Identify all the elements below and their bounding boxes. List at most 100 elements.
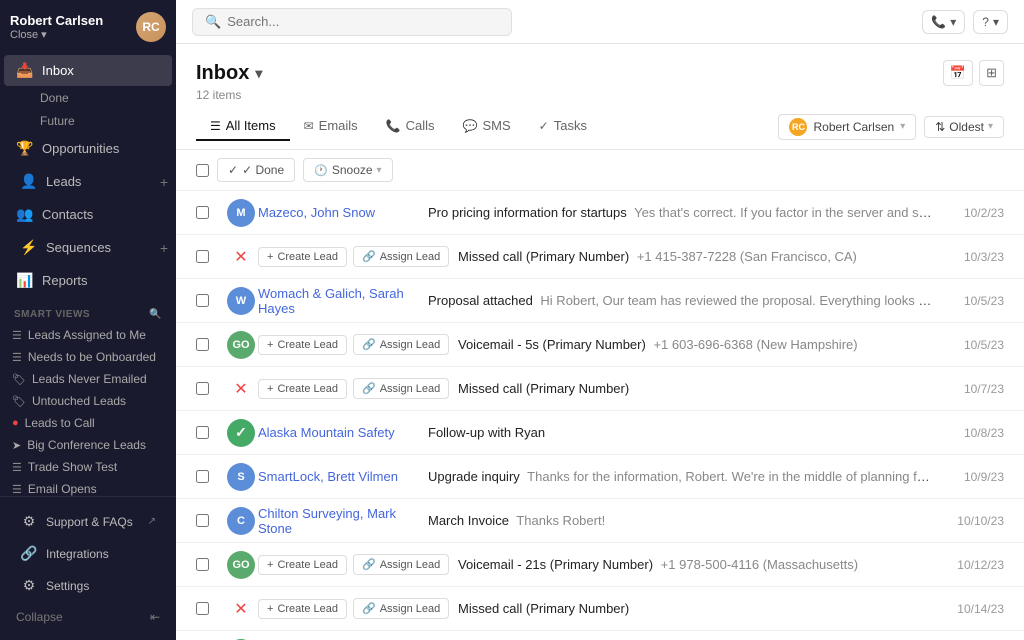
user-filter-dropdown-icon: ▾ bbox=[900, 121, 905, 132]
row-checkbox[interactable] bbox=[196, 558, 209, 571]
smart-view-trade-show[interactable]: ☰ Trade Show Test bbox=[0, 456, 176, 478]
sequences-add-button[interactable]: + bbox=[156, 236, 172, 260]
phone-icon: 📞 bbox=[931, 15, 946, 29]
smart-view-leads-to-call[interactable]: ● Leads to Call bbox=[0, 412, 176, 434]
grid-view-button[interactable]: ⊞ bbox=[979, 60, 1004, 86]
row-content: Follow-up with Ryan bbox=[428, 425, 934, 440]
smart-view-needs-onboarded[interactable]: ☰ Needs to be Onboarded bbox=[0, 346, 176, 368]
row-checkbox[interactable] bbox=[196, 470, 209, 483]
tab-emails[interactable]: ✉ Emails bbox=[290, 112, 372, 141]
sidebar-item-done[interactable]: Done bbox=[32, 87, 172, 109]
row-content: Voicemail - 5s (Primary Number) +1 603-6… bbox=[458, 337, 934, 352]
search-input[interactable] bbox=[227, 14, 499, 29]
row-subject: Proposal attached bbox=[428, 293, 533, 308]
row-sender[interactable]: SmartLock, Brett Vilmen bbox=[258, 469, 428, 484]
calendar-view-button[interactable]: 📅 bbox=[943, 60, 973, 86]
create-lead-button[interactable]: + Create Lead bbox=[258, 247, 347, 267]
table-row[interactable]: ✓ Waystar Send proposal docs 10/15/23 bbox=[176, 631, 1024, 640]
collapse-button[interactable]: Collapse ⇤ bbox=[4, 602, 172, 632]
row-checkbox[interactable] bbox=[196, 250, 209, 263]
row-checkbox[interactable] bbox=[196, 338, 209, 351]
row-avatar: GO bbox=[224, 551, 258, 579]
row-sender[interactable]: Chilton Surveying, Mark Stone bbox=[258, 506, 428, 536]
close-button[interactable]: Close ▾ bbox=[10, 28, 103, 41]
row-actions: + Create Lead 🔗 Assign Lead bbox=[258, 246, 458, 267]
table-row[interactable]: S SmartLock, Brett Vilmen Upgrade inquir… bbox=[176, 455, 1024, 499]
assign-lead-button[interactable]: 🔗 Assign Lead bbox=[353, 378, 449, 399]
table-row[interactable]: ✕ + Create Lead 🔗 Assign Lead Missed cal… bbox=[176, 235, 1024, 279]
main: 🔍 📞 ▾ ? ▾ Inbox ▾ 📅 bbox=[176, 0, 1024, 640]
row-subject: Pro pricing information for startups bbox=[428, 205, 627, 220]
external-link-icon: ↗ bbox=[148, 516, 156, 527]
smart-view-leads-assigned[interactable]: ☰ Leads Assigned to Me bbox=[0, 324, 176, 346]
smart-view-never-emailed[interactable]: 🏷 Leads Never Emailed bbox=[0, 368, 176, 390]
integrations-icon: 🔗 bbox=[20, 545, 38, 562]
smart-views-search-icon[interactable]: 🔍 bbox=[149, 309, 162, 320]
sidebar-item-sequences[interactable]: ⚡ Sequences bbox=[8, 232, 152, 263]
checkmark-icon: ✓ bbox=[228, 163, 238, 177]
row-checkbox[interactable] bbox=[196, 382, 209, 395]
row-checkbox[interactable] bbox=[196, 514, 209, 527]
row-checkbox[interactable] bbox=[196, 206, 209, 219]
tabs: ☰ All Items ✉ Emails 📞 Calls 💬 SMS bbox=[196, 112, 601, 141]
row-sender[interactable]: Mazeco, John Snow bbox=[258, 205, 428, 220]
title-dropdown-icon[interactable]: ▾ bbox=[255, 65, 262, 82]
sidebar-item-support[interactable]: ⚙ Support & FAQs ↗ bbox=[8, 506, 168, 537]
row-checkbox[interactable] bbox=[196, 294, 209, 307]
row-sender[interactable]: Alaska Mountain Safety bbox=[258, 425, 428, 440]
create-lead-button[interactable]: + Create Lead bbox=[258, 555, 347, 575]
row-content: March Invoice Thanks Robert! bbox=[428, 513, 934, 528]
assign-lead-button[interactable]: 🔗 Assign Lead bbox=[353, 334, 449, 355]
table-row[interactable]: GO + Create Lead 🔗 Assign Lead Voicemail… bbox=[176, 543, 1024, 587]
table-row[interactable]: C Chilton Surveying, Mark Stone March In… bbox=[176, 499, 1024, 543]
table-row[interactable]: W Womach & Galich, Sarah Hayes Proposal … bbox=[176, 279, 1024, 323]
tab-calls[interactable]: 📞 Calls bbox=[372, 112, 449, 141]
row-checkbox-area bbox=[196, 514, 224, 527]
content-header: Inbox ▾ 📅 ⊞ 12 items ☰ All Item bbox=[176, 44, 1024, 150]
smart-view-email-opens[interactable]: ☰ Email Opens bbox=[0, 478, 176, 496]
snooze-button[interactable]: 🕐 Snooze ▾ bbox=[303, 158, 392, 182]
create-lead-button[interactable]: + Create Lead bbox=[258, 599, 347, 619]
create-lead-button[interactable]: + Create Lead bbox=[258, 379, 347, 399]
done-button[interactable]: ✓ ✓ Done bbox=[217, 158, 295, 182]
create-lead-button[interactable]: + Create Lead bbox=[258, 335, 347, 355]
sidebar-item-inbox[interactable]: 📥 Inbox bbox=[4, 55, 172, 86]
tab-tasks[interactable]: ✓ Tasks bbox=[525, 112, 601, 141]
sidebar-item-reports[interactable]: 📊 Reports bbox=[4, 265, 172, 296]
smart-view-big-conference[interactable]: ➤ Big Conference Leads bbox=[0, 434, 176, 456]
table-row[interactable]: M Mazeco, John Snow Pro pricing informat… bbox=[176, 191, 1024, 235]
sidebar-item-future[interactable]: Future bbox=[32, 110, 172, 132]
sidebar-item-label: Contacts bbox=[42, 207, 93, 222]
table-row[interactable]: ✓ Alaska Mountain Safety Follow-up with … bbox=[176, 411, 1024, 455]
sidebar-item-opportunities[interactable]: 🏆 Opportunities bbox=[4, 133, 172, 164]
assign-lead-button[interactable]: 🔗 Assign Lead bbox=[353, 598, 449, 619]
assign-lead-button[interactable]: 🔗 Assign Lead bbox=[353, 554, 449, 575]
row-sender[interactable]: Womach & Galich, Sarah Hayes bbox=[258, 286, 428, 316]
row-checkbox[interactable] bbox=[196, 426, 209, 439]
tab-all-items[interactable]: ☰ All Items bbox=[196, 112, 290, 141]
select-all-checkbox[interactable] bbox=[196, 164, 209, 177]
user-filter-button[interactable]: RC Robert Carlsen ▾ bbox=[778, 114, 916, 140]
assign-lead-button[interactable]: 🔗 Assign Lead bbox=[353, 246, 449, 267]
row-content: Pro pricing information for startups Yes… bbox=[428, 205, 934, 220]
phone-button[interactable]: 📞 ▾ bbox=[922, 10, 965, 34]
tasks-icon: ✓ bbox=[539, 119, 549, 133]
row-subject: Missed call (Primary Number) bbox=[458, 249, 629, 264]
leads-add-button[interactable]: + bbox=[156, 170, 172, 194]
table-row[interactable]: GO + Create Lead 🔗 Assign Lead Voicemail… bbox=[176, 323, 1024, 367]
search-box[interactable]: 🔍 bbox=[192, 8, 512, 36]
tab-sms[interactable]: 💬 SMS bbox=[449, 112, 525, 141]
sidebar-item-label: Future bbox=[40, 114, 75, 128]
sidebar-item-settings[interactable]: ⚙ Settings bbox=[8, 570, 168, 601]
smart-view-untouched[interactable]: 🏷 Untouched Leads bbox=[0, 390, 176, 412]
row-checkbox-area bbox=[196, 602, 224, 615]
sidebar-item-leads[interactable]: 👤 Leads bbox=[8, 166, 152, 197]
sort-button[interactable]: ⇅ Oldest ▾ bbox=[924, 116, 1004, 138]
sidebar-item-integrations[interactable]: 🔗 Integrations bbox=[8, 538, 168, 569]
sidebar-item-contacts[interactable]: 👥 Contacts bbox=[4, 199, 172, 230]
table-row[interactable]: ✕ + Create Lead 🔗 Assign Lead Missed cal… bbox=[176, 587, 1024, 631]
help-button[interactable]: ? ▾ bbox=[973, 10, 1008, 34]
table-row[interactable]: ✕ + Create Lead 🔗 Assign Lead Missed cal… bbox=[176, 367, 1024, 411]
row-avatar: S bbox=[224, 463, 258, 491]
row-checkbox[interactable] bbox=[196, 602, 209, 615]
